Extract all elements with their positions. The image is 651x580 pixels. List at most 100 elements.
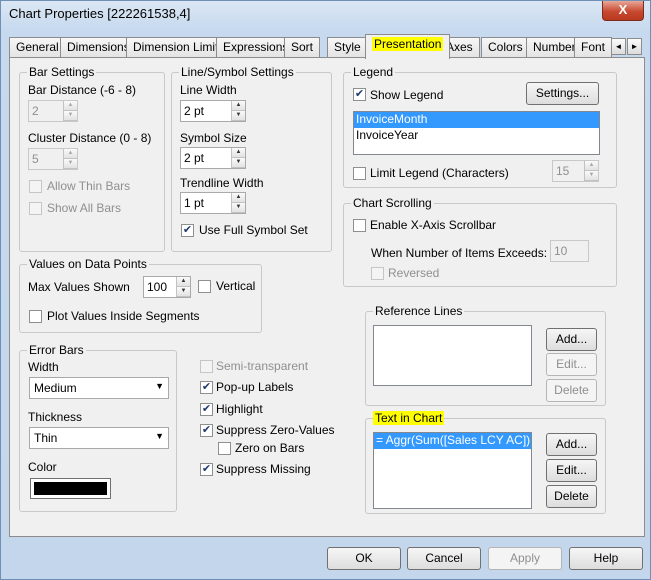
spin-up-icon[interactable]: ▲: [64, 101, 77, 111]
chevron-down-icon: ▼: [155, 381, 164, 391]
zero-on-bars-label: Zero on Bars: [235, 441, 305, 455]
tab-colors[interactable]: Colors: [481, 37, 530, 58]
error-color-swatch[interactable]: [30, 478, 111, 499]
text-in-chart-list[interactable]: = Aggr(Sum([Sales LCY AC]), Inv: [373, 432, 532, 509]
cancel-button[interactable]: Cancel: [407, 547, 481, 570]
bar-distance-value: 2: [32, 104, 39, 118]
bar-distance-spinner[interactable]: 2 ▲ ▼: [28, 100, 78, 122]
text-add-button[interactable]: Add...: [546, 433, 597, 456]
list-item[interactable]: = Aggr(Sum([Sales LCY AC]), Inv: [374, 433, 531, 449]
line-symbol-settings-group: Line/Symbol Settings Line Width 2 pt ▲ ▼ …: [171, 65, 332, 252]
reference-lines-group: Reference Lines Add... Edit... Delete: [365, 304, 606, 406]
cluster-distance-spinner[interactable]: 5 ▲ ▼: [28, 148, 78, 170]
reference-lines-list[interactable]: [373, 325, 532, 386]
show-legend-label: Show Legend: [370, 88, 444, 102]
tab-general[interactable]: General: [9, 37, 66, 58]
presentation-panel: Bar Settings Bar Distance (-6 - 8) 2 ▲ ▼ …: [9, 57, 645, 537]
allow-thin-bars-label: Allow Thin Bars: [47, 179, 131, 193]
bar-distance-label: Bar Distance (-6 - 8): [28, 83, 137, 97]
legend-settings-button[interactable]: Settings...: [526, 82, 599, 105]
line-width-spinner[interactable]: 2 pt ▲ ▼: [180, 100, 246, 122]
text-in-chart-title: Text in Chart: [373, 411, 445, 425]
spin-down-icon[interactable]: ▼: [232, 203, 245, 213]
error-bars-title: Error Bars: [27, 343, 86, 357]
trendline-width-value: 1 pt: [184, 196, 205, 210]
error-bars-group: Error Bars Width Medium ▼ Thickness Thin…: [19, 343, 177, 512]
tab-font[interactable]: Font: [574, 37, 613, 58]
error-width-label: Width: [28, 360, 59, 374]
max-values-value: 100: [147, 280, 168, 294]
highlight-checkbox[interactable]: ✔: [200, 403, 213, 416]
spin-down-icon[interactable]: ▼: [177, 287, 190, 297]
close-button[interactable]: X: [602, 1, 644, 21]
max-values-spinner[interactable]: 100 ▲ ▼: [143, 276, 191, 298]
plot-inside-segments-label: Plot Values Inside Segments: [47, 309, 200, 323]
cluster-distance-label: Cluster Distance (0 - 8): [28, 131, 152, 145]
apply-button[interactable]: Apply: [488, 547, 562, 570]
spin-down-icon[interactable]: ▼: [585, 171, 598, 181]
show-all-bars-checkbox[interactable]: [29, 202, 42, 215]
help-button[interactable]: Help: [569, 547, 643, 570]
chevron-down-icon: ▼: [155, 431, 164, 441]
symbol-size-value: 2 pt: [184, 151, 205, 165]
semi-transparent-checkbox[interactable]: [200, 360, 213, 373]
window-title: Chart Properties [222261538,4]: [9, 6, 191, 21]
tab-presentation[interactable]: Presentation: [365, 34, 451, 59]
reference-edit-button[interactable]: Edit...: [546, 353, 597, 376]
list-item[interactable]: InvoiceMonth: [354, 112, 599, 128]
use-full-symbol-set-checkbox[interactable]: ✔: [181, 224, 194, 237]
reversed-checkbox[interactable]: [371, 267, 384, 280]
tab-sort[interactable]: Sort: [284, 37, 321, 58]
line-symbol-title: Line/Symbol Settings: [179, 65, 296, 79]
tab-scroll-left-icon[interactable]: ◄: [611, 38, 626, 55]
suppress-zero-checkbox[interactable]: ✔: [200, 424, 213, 437]
text-delete-button[interactable]: Delete: [546, 485, 597, 508]
show-all-bars-label: Show All Bars: [47, 201, 122, 215]
suppress-zero-label: Suppress Zero-Values: [216, 423, 335, 437]
limit-legend-spinner[interactable]: 15 ▲ ▼: [552, 160, 599, 182]
error-width-dropdown[interactable]: Medium ▼: [29, 377, 169, 399]
trendline-width-spinner[interactable]: 1 pt ▲ ▼: [180, 192, 246, 214]
allow-thin-bars-checkbox[interactable]: [29, 180, 42, 193]
list-item[interactable]: InvoiceYear: [354, 128, 599, 144]
bar-settings-title: Bar Settings: [27, 65, 97, 79]
values-on-data-points-title: Values on Data Points: [27, 257, 149, 271]
spin-up-icon[interactable]: ▲: [64, 149, 77, 159]
ok-button[interactable]: OK: [327, 547, 401, 570]
reference-add-button[interactable]: Add...: [546, 328, 597, 351]
spin-up-icon[interactable]: ▲: [585, 161, 598, 171]
highlight-label: Highlight: [216, 402, 263, 416]
error-thickness-dropdown[interactable]: Thin ▼: [29, 427, 169, 449]
popup-labels-checkbox[interactable]: ✔: [200, 381, 213, 394]
spin-down-icon[interactable]: ▼: [232, 111, 245, 121]
tab-style[interactable]: Style: [327, 37, 368, 58]
spin-down-icon[interactable]: ▼: [232, 158, 245, 168]
spin-up-icon[interactable]: ▲: [232, 148, 245, 158]
plot-inside-segments-checkbox[interactable]: [29, 310, 42, 323]
show-legend-checkbox[interactable]: ✔: [353, 88, 366, 101]
spin-up-icon[interactable]: ▲: [177, 277, 190, 287]
error-thickness-label: Thickness: [28, 410, 83, 424]
legend-list[interactable]: InvoiceMonth InvoiceYear: [353, 111, 600, 155]
chart-scrolling-group: Chart Scrolling Enable X-Axis Scrollbar …: [343, 196, 617, 287]
bar-settings-group: Bar Settings Bar Distance (-6 - 8) 2 ▲ ▼ …: [19, 65, 165, 252]
items-exceeds-input[interactable]: 10: [550, 240, 589, 262]
semi-transparent-label: Semi-transparent: [216, 359, 309, 373]
enable-scrollbar-checkbox[interactable]: [353, 219, 366, 232]
spin-up-icon[interactable]: ▲: [232, 193, 245, 203]
items-exceeds-label: When Number of Items Exceeds:: [371, 246, 548, 260]
symbol-size-spinner[interactable]: 2 pt ▲ ▼: [180, 147, 246, 169]
reference-delete-button[interactable]: Delete: [546, 379, 597, 402]
zero-on-bars-checkbox[interactable]: [218, 442, 231, 455]
suppress-missing-checkbox[interactable]: ✔: [200, 463, 213, 476]
spin-down-icon[interactable]: ▼: [64, 159, 77, 169]
spin-down-icon[interactable]: ▼: [64, 111, 77, 121]
vertical-checkbox[interactable]: [198, 280, 211, 293]
spin-up-icon[interactable]: ▲: [232, 101, 245, 111]
items-exceeds-value: 10: [554, 244, 568, 258]
legend-title: Legend: [351, 65, 396, 79]
text-edit-button[interactable]: Edit...: [546, 459, 597, 482]
values-on-data-points-group: Values on Data Points Max Values Shown 1…: [19, 257, 262, 333]
limit-legend-checkbox[interactable]: [353, 167, 366, 180]
tab-scroll-right-icon[interactable]: ►: [627, 38, 642, 55]
